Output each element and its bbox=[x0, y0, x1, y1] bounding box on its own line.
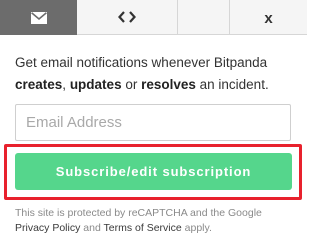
close-button[interactable]: x bbox=[230, 0, 307, 35]
subscribe-widget: x Get email notifications whenever Bitpa… bbox=[0, 0, 307, 250]
intro-lead: Get email notifications whenever Bitpand… bbox=[15, 55, 268, 70]
tab-empty bbox=[178, 0, 230, 35]
notification-description: Get email notifications whenever Bitpand… bbox=[15, 52, 299, 96]
keyword-resolves: resolves bbox=[141, 77, 196, 92]
recaptcha-tail: apply. bbox=[181, 222, 212, 234]
keyword-creates: creates bbox=[15, 77, 63, 92]
subscribe-button[interactable]: Subscribe/edit subscription bbox=[15, 153, 292, 190]
intro-tail: an incident. bbox=[195, 77, 269, 92]
recaptcha-lead: This site is protected by reCAPTCHA and … bbox=[15, 207, 262, 219]
widget-body: Get email notifications whenever Bitpand… bbox=[15, 36, 299, 96]
recaptcha-notice: This site is protected by reCAPTCHA and … bbox=[15, 206, 299, 236]
close-label: x bbox=[264, 9, 273, 27]
keyword-updates: updates bbox=[69, 77, 122, 92]
intro-sep-1: , bbox=[62, 77, 70, 92]
privacy-policy-link[interactable]: Privacy Policy bbox=[15, 222, 80, 234]
recaptcha-and: and bbox=[80, 222, 104, 234]
envelope-icon bbox=[30, 11, 47, 24]
email-field[interactable] bbox=[15, 104, 291, 141]
tab-embed[interactable] bbox=[77, 0, 178, 35]
tab-email[interactable] bbox=[0, 0, 77, 35]
code-icon bbox=[118, 11, 136, 23]
tab-bar: x bbox=[0, 0, 307, 35]
terms-of-service-link[interactable]: Terms of Service bbox=[104, 222, 182, 234]
intro-sep-2: or bbox=[121, 77, 142, 92]
